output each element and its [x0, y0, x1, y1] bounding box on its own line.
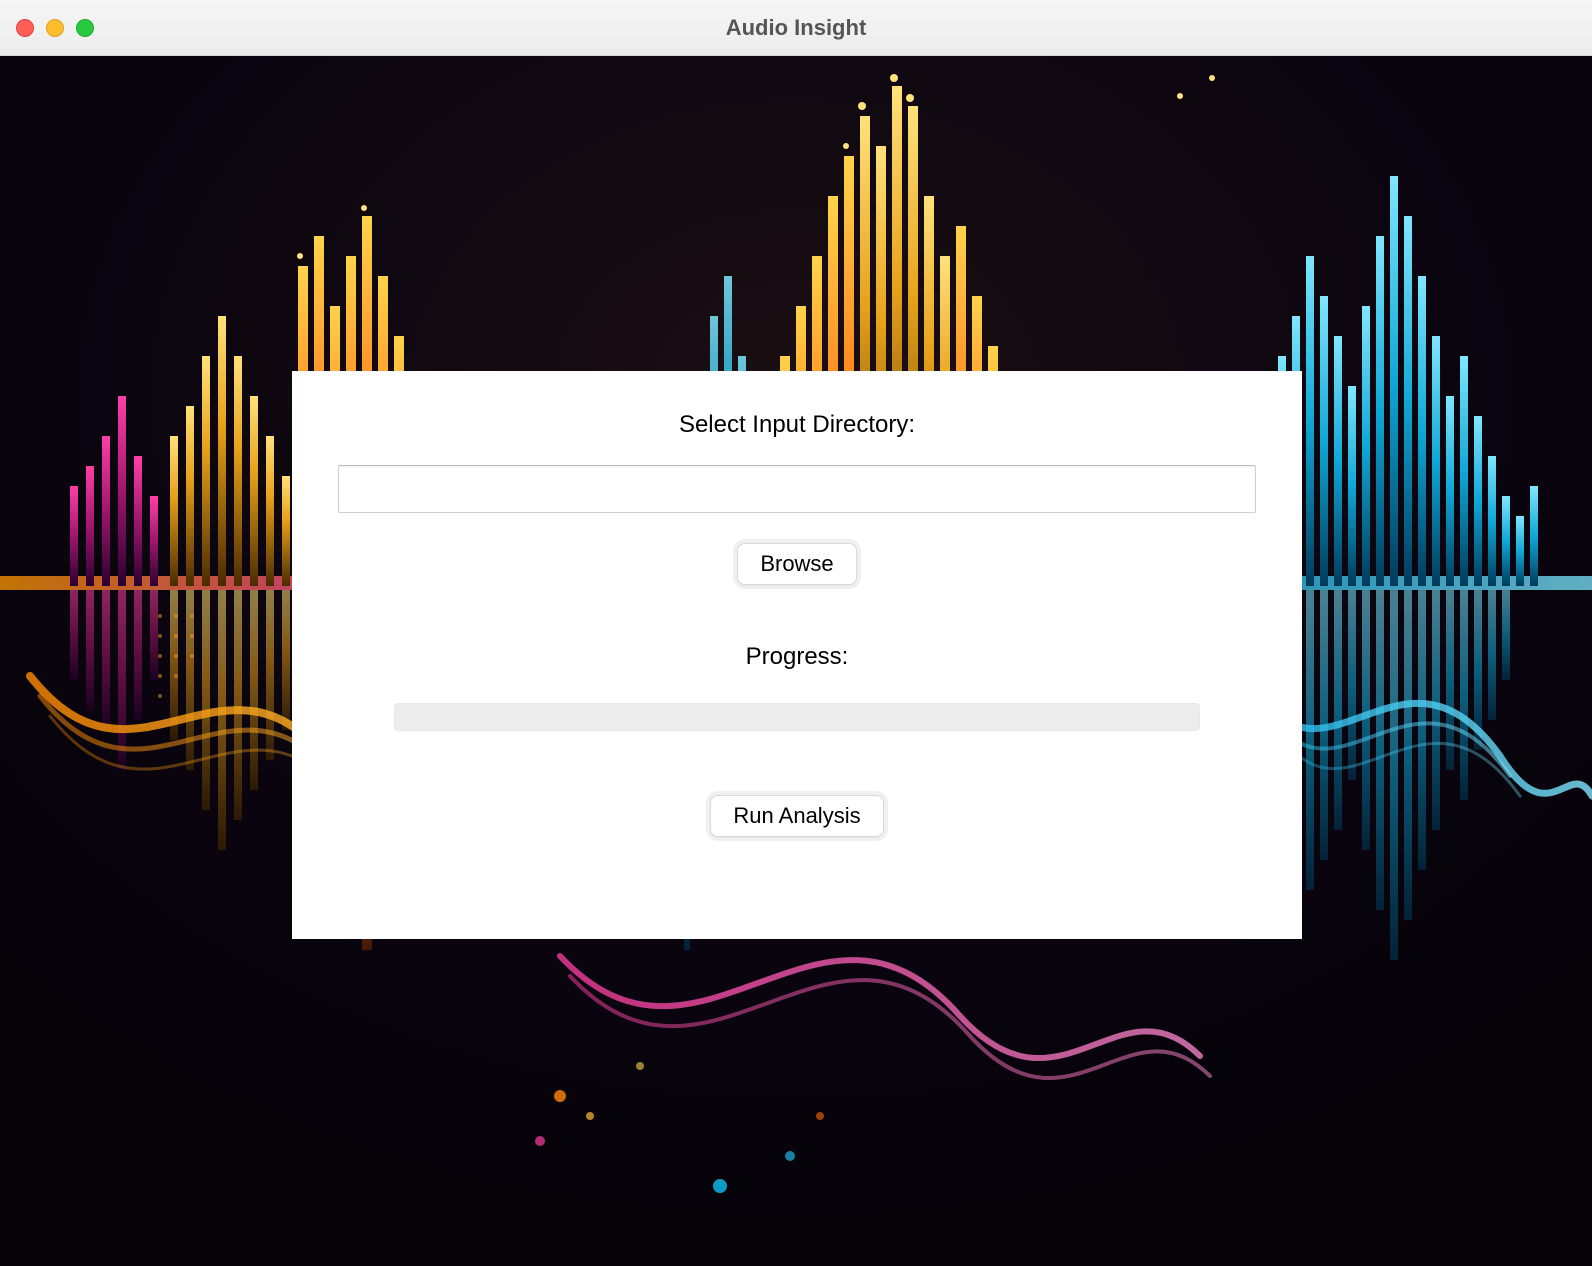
- titlebar: Audio Insight: [0, 0, 1592, 56]
- progress-label: Progress:: [746, 643, 849, 671]
- browse-button[interactable]: Browse: [737, 543, 856, 585]
- close-icon[interactable]: [16, 19, 34, 37]
- directory-input[interactable]: [338, 465, 1256, 513]
- minimize-icon[interactable]: [46, 19, 64, 37]
- content-area: Select Input Directory: Browse Progress:…: [0, 56, 1592, 1266]
- traffic-lights: [16, 19, 94, 37]
- select-directory-label: Select Input Directory:: [679, 411, 915, 439]
- main-panel: Select Input Directory: Browse Progress:…: [292, 371, 1302, 939]
- progress-bar: [394, 703, 1200, 731]
- fullscreen-icon[interactable]: [76, 19, 94, 37]
- run-analysis-button[interactable]: Run Analysis: [710, 795, 883, 837]
- window-title: Audio Insight: [726, 15, 867, 41]
- app-window: Audio Insight: [0, 0, 1592, 1266]
